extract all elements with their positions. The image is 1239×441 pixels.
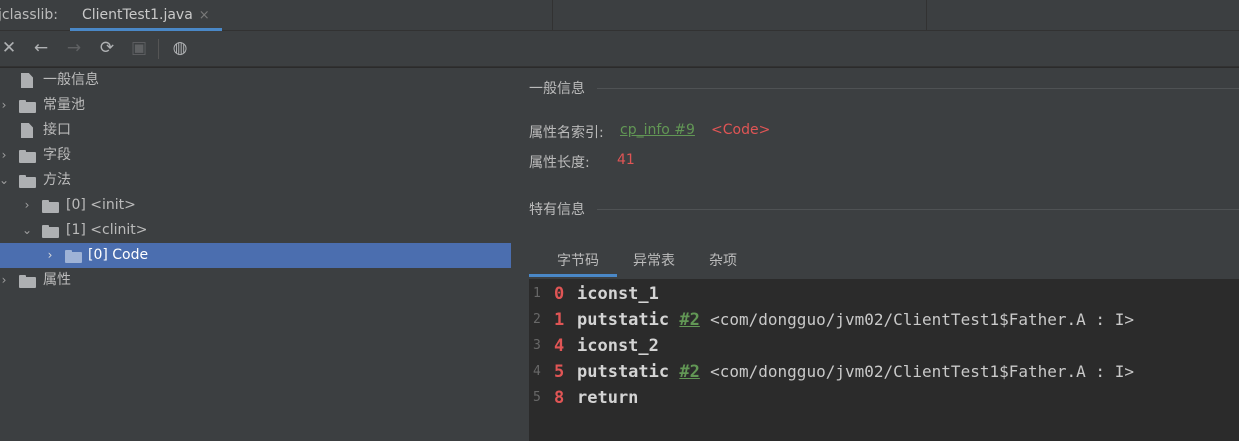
tree-item-fields[interactable]: › 字段 xyxy=(0,143,511,168)
tab-clienttest1[interactable]: ClientTest1.java × xyxy=(70,0,222,31)
folder-icon xyxy=(65,250,82,263)
close-icon[interactable]: ✕ xyxy=(0,37,20,59)
attribute-name-index-label: 属性名索引: xyxy=(529,125,604,141)
attribute-length-value: 41 xyxy=(617,152,635,168)
bytecode-listing[interactable]: 1 0 iconst_1 2 1 putstatic #2 <com/dongg… xyxy=(529,279,1239,441)
bytecode-instruction-group: putstatic #2 <com/dongguo/jvm02/ClientTe… xyxy=(577,359,1134,385)
globe-icon[interactable]: ◍ xyxy=(169,37,191,59)
bytecode-instruction-group: putstatic #2 <com/dongguo/jvm02/ClientTe… xyxy=(577,307,1134,333)
chevron-down-icon[interactable]: ⌄ xyxy=(21,218,33,243)
tab-divider xyxy=(926,0,927,31)
tree-item-code-attribute[interactable]: › [0] Code xyxy=(0,243,511,268)
tree-item-constant-pool[interactable]: › 常量池 xyxy=(0,93,511,118)
tree-item-label: 方法 xyxy=(43,172,71,188)
editor-tab-bar: jclasslib: ClientTest1.java × xyxy=(0,0,1239,31)
tab-divider xyxy=(552,0,553,31)
jclasslib-toolbar: ✕ ← → ⟳ ▣ ◍ xyxy=(0,31,1239,67)
toolbar-separator xyxy=(158,39,159,59)
bytecode-instruction: iconst_1 xyxy=(577,284,659,304)
tree-item-label: 接口 xyxy=(43,122,71,138)
bytecode-instruction: putstatic xyxy=(577,362,670,382)
attribute-length-label: 属性长度: xyxy=(529,155,590,171)
constant-pool-ref-link[interactable]: #2 xyxy=(679,362,699,382)
chevron-right-icon[interactable]: › xyxy=(44,243,56,268)
bytecode-offset: 4 xyxy=(554,336,565,356)
specific-info-title: 特有信息 xyxy=(529,202,585,218)
tree-item-label: 字段 xyxy=(43,147,71,163)
save-icon[interactable]: ▣ xyxy=(128,37,150,59)
chevron-right-icon[interactable]: › xyxy=(0,93,10,118)
bytecode-offset: 8 xyxy=(554,388,565,408)
tree-item-method-init[interactable]: › [0] <init> xyxy=(0,193,511,218)
folder-icon xyxy=(19,175,36,188)
tree-item-interfaces[interactable]: 接口 xyxy=(0,118,511,143)
folder-icon xyxy=(19,150,36,163)
bytecode-instruction: putstatic xyxy=(577,310,670,330)
tree-item-label: 属性 xyxy=(43,272,71,288)
tab-exception-table[interactable]: 异常表 xyxy=(633,250,675,270)
section-divider xyxy=(597,209,1239,210)
tab-bytecode[interactable]: 字节码 xyxy=(557,250,599,270)
line-number: 1 xyxy=(533,286,541,301)
line-number: 5 xyxy=(533,390,541,405)
chevron-right-icon[interactable]: › xyxy=(0,268,10,293)
refresh-icon[interactable]: ⟳ xyxy=(96,37,118,59)
general-info-title: 一般信息 xyxy=(529,81,585,97)
active-tab-indicator xyxy=(529,274,617,277)
chevron-right-icon[interactable]: › xyxy=(0,143,10,168)
bytecode-instruction: iconst_2 xyxy=(577,336,659,356)
attribute-name-value: <Code> xyxy=(711,122,771,138)
tree-item-label: [0] Code xyxy=(88,247,149,263)
folder-icon xyxy=(19,275,36,288)
cp-info-link[interactable]: cp_info #9 xyxy=(620,122,695,138)
tab-misc[interactable]: 杂项 xyxy=(709,250,737,270)
tree-item-attributes[interactable]: › 属性 xyxy=(0,268,511,293)
jclasslib-tab-label[interactable]: jclasslib: xyxy=(0,0,58,31)
ref-description: <com/dongguo/jvm02/ClientTest1$Father.A … xyxy=(710,362,1134,381)
bytecode-offset: 0 xyxy=(554,284,565,304)
file-icon xyxy=(21,73,33,88)
section-divider xyxy=(597,88,1239,89)
tree-item-general-info[interactable]: 一般信息 xyxy=(0,68,511,93)
line-number: 3 xyxy=(533,338,541,353)
back-arrow-icon[interactable]: ← xyxy=(30,37,52,59)
line-number: 4 xyxy=(533,364,541,379)
tree-item-method-clinit[interactable]: ⌄ [1] <clinit> xyxy=(0,218,511,243)
class-structure-tree: 一般信息 › 常量池 接口 › 字段 ⌄ 方法 › [0] <init> ⌄ [… xyxy=(0,68,511,441)
tree-item-methods[interactable]: ⌄ 方法 xyxy=(0,168,511,193)
close-icon[interactable]: × xyxy=(199,1,210,31)
forward-arrow-icon[interactable]: → xyxy=(63,37,85,59)
ref-description: <com/dongguo/jvm02/ClientTest1$Father.A … xyxy=(710,310,1134,329)
bytecode-offset: 1 xyxy=(554,310,565,330)
tree-item-label: 常量池 xyxy=(43,97,85,113)
file-icon xyxy=(21,123,33,138)
tree-item-label: [0] <init> xyxy=(66,197,136,213)
tree-item-label: 一般信息 xyxy=(43,72,99,88)
bytecode-instruction: return xyxy=(577,388,639,408)
bytecode-offset: 5 xyxy=(554,362,565,382)
attribute-detail-panel: 一般信息 属性名索引: cp_info #9 <Code> 属性长度: 41 特… xyxy=(511,68,1239,441)
folder-icon xyxy=(42,225,59,238)
tree-item-label: [1] <clinit> xyxy=(66,222,148,238)
tab-title: ClientTest1.java xyxy=(82,7,193,23)
line-number: 2 xyxy=(533,312,541,327)
chevron-right-icon[interactable]: › xyxy=(21,193,33,218)
constant-pool-ref-link[interactable]: #2 xyxy=(679,310,699,330)
folder-icon xyxy=(19,100,36,113)
chevron-down-icon[interactable]: ⌄ xyxy=(0,168,10,193)
folder-icon xyxy=(42,200,59,213)
